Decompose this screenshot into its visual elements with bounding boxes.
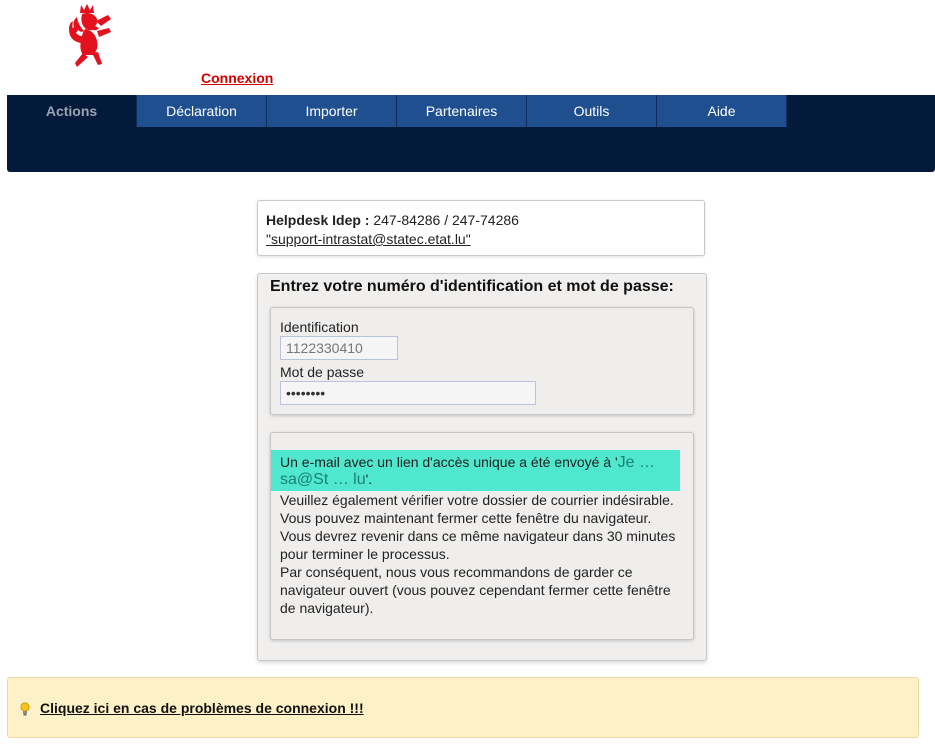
connection-help-bar: Cliquez ici en cas de problèmes de conne… (7, 677, 919, 738)
helpdesk-email-link[interactable]: "support-intrastat@statec.etat.lu" (266, 231, 471, 247)
email-sent-prefix: Un e-mail avec un lien d'accès unique a … (280, 454, 618, 470)
credentials-box: Identification Mot de passe (270, 307, 694, 415)
login-title: Entrez votre numéro d'identification et … (270, 278, 674, 295)
helpdesk-label: Helpdesk Idep : (266, 212, 370, 228)
helpdesk-box: Helpdesk Idep : 247-84286 / 247-74286 "s… (257, 200, 705, 256)
login-panel: Entrez votre numéro d'identification et … (257, 273, 707, 661)
identification-label: Identification (280, 319, 359, 335)
password-input[interactable] (280, 381, 536, 405)
nav-tab-actions[interactable]: Actions (7, 95, 137, 127)
nav-tab-partenaires[interactable]: Partenaires (397, 95, 527, 127)
main-navbar: Actions Déclaration Importer Partenaires… (7, 95, 935, 172)
email-sent-highlight: Un e-mail avec un lien d'accès unique a … (271, 450, 680, 491)
helpdesk-phones: 247-84286 / 247-74286 (373, 212, 519, 228)
email-sent-suffix: '. (365, 471, 373, 487)
nav-tab-importer[interactable]: Importer (267, 95, 397, 127)
lightbulb-icon (20, 702, 30, 716)
message-body: Veuillez également vérifier votre dossie… (280, 492, 676, 616)
password-label: Mot de passe (280, 364, 365, 380)
message-box: Un e-mail avec un lien d'accès unique a … (270, 432, 694, 640)
luxembourg-lion-logo (69, 4, 111, 67)
identification-input[interactable] (280, 336, 398, 360)
connexion-link[interactable]: Connexion (201, 70, 273, 86)
nav-tab-declaration[interactable]: Déclaration (137, 95, 267, 127)
nav-tab-outils[interactable]: Outils (527, 95, 657, 127)
nav-tab-aide[interactable]: Aide (657, 95, 787, 127)
connection-help-link[interactable]: Cliquez ici en cas de problèmes de conne… (40, 700, 364, 716)
